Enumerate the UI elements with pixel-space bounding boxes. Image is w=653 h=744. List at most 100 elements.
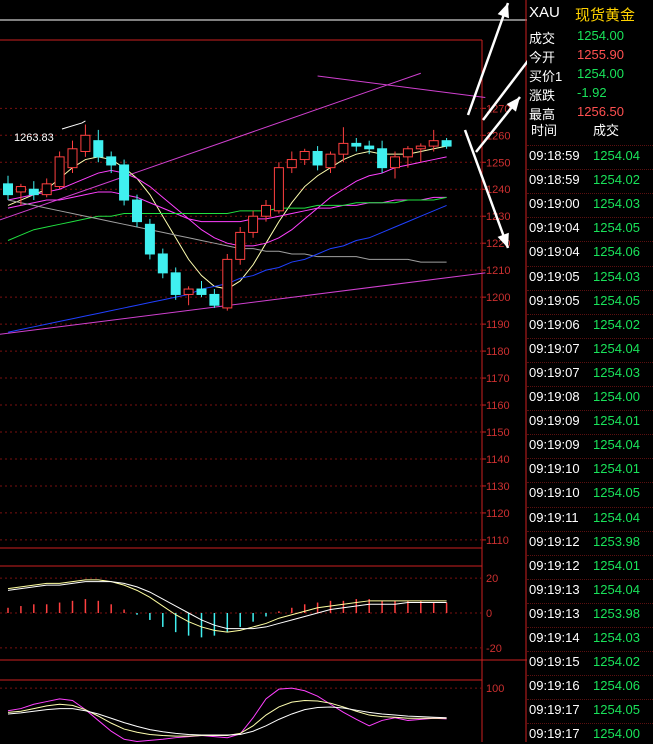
- price-tick-label: 1180: [486, 346, 510, 358]
- tick-price: 1254.05: [593, 220, 640, 236]
- quote-panel: XAU 现货黄金 成交 1254.00 今开 1255.90 买价1 1254.00 涨跌 -…: [527, 0, 653, 742]
- tick-time: 09:19:13: [529, 581, 580, 597]
- tick-price: 1254.03: [593, 630, 640, 645]
- candle-body: [286, 159, 297, 169]
- tick-time: 09:19:05: [529, 268, 580, 284]
- tick-time: 09:19:12: [529, 557, 580, 573]
- candle: [351, 137, 362, 152]
- tick-time: 09:19:15: [529, 654, 580, 670]
- candle-body: [119, 164, 130, 201]
- moving-average-line: [7, 199, 447, 263]
- candle: [415, 143, 426, 163]
- candle-body: [402, 148, 413, 158]
- symbol-code: XAU: [529, 4, 560, 21]
- candle: [157, 248, 168, 279]
- tick-time: 09:19:04: [529, 244, 580, 260]
- tick-row: 09:19:16 1254.06: [527, 675, 653, 696]
- quote-value: 1254.00: [577, 66, 624, 81]
- tick-time: 09:19:17: [529, 702, 580, 718]
- chart-area: 1270126012501240123012201210120011901180…: [0, 0, 527, 742]
- tick-price: 1253.98: [593, 533, 640, 549]
- candle: [286, 151, 297, 174]
- tick-price: 1254.03: [593, 268, 640, 284]
- tick-row: 09:19:13 1253.98: [527, 602, 653, 624]
- candle-body: [67, 148, 78, 169]
- price-tick-label: 1200: [486, 292, 510, 304]
- tick-price: 1254.01: [593, 413, 640, 429]
- tick-price: 1254.00: [593, 726, 640, 742]
- tick-row: 09:18:59 1254.02: [527, 169, 653, 190]
- trend-line: [317, 75, 486, 99]
- tick-row: 09:19:13 1254.04: [527, 578, 653, 600]
- candle-body: [3, 183, 13, 196]
- candle-body: [28, 188, 39, 196]
- tick-row: 09:19:10 1254.01: [527, 458, 653, 479]
- quote-row: 涨跌 -1.92: [527, 83, 653, 103]
- candle-body: [196, 288, 207, 295]
- price-tick-label: 1150: [486, 427, 510, 439]
- candle-body: [235, 231, 246, 260]
- tick-time: 09:19:04: [529, 220, 580, 236]
- candle: [132, 194, 142, 228]
- peak-annotation: 1263.83: [14, 132, 54, 144]
- candle-body: [54, 156, 65, 188]
- symbol-name: 现货黄金: [575, 7, 636, 24]
- macd-tick-label: -20: [486, 643, 502, 655]
- candle-body: [312, 150, 323, 166]
- candle: [222, 253, 233, 311]
- tick-time: 09:19:14: [529, 630, 580, 645]
- tick-price: 1254.05: [593, 292, 640, 308]
- candle-body: [15, 186, 26, 193]
- tick-time: 09:19:12: [529, 533, 580, 549]
- tick-row: 09:19:17 1254.00: [527, 723, 653, 744]
- price-tick-label: 1110: [486, 535, 509, 547]
- candle-body: [183, 288, 194, 295]
- tick-time: 09:19:07: [529, 364, 580, 380]
- tick-price: 1254.04: [593, 509, 640, 525]
- tick-time: 09:18:59: [529, 148, 580, 163]
- header-price: 成交: [593, 123, 620, 138]
- tick-time: 09:19:10: [529, 485, 580, 501]
- tick-time: 09:19:09: [529, 413, 580, 429]
- candle: [390, 151, 400, 179]
- tick-row: 09:19:11 1254.04: [527, 506, 653, 528]
- moving-average-line: [7, 196, 447, 241]
- tick-row: 09:19:05 1254.03: [527, 265, 653, 287]
- candle-body: [106, 156, 117, 166]
- candle-body: [80, 134, 91, 152]
- tick-time: 09:19:11: [529, 509, 579, 525]
- quote-value: 1254.00: [577, 28, 624, 43]
- candle: [196, 280, 207, 298]
- tick-row: 09:19:05 1254.05: [527, 289, 653, 311]
- tick-price: 1254.03: [593, 364, 640, 380]
- tick-time: 09:19:09: [529, 437, 580, 453]
- tick-price: 1254.02: [593, 316, 640, 332]
- candle-body: [428, 140, 439, 147]
- candle: [144, 218, 155, 260]
- candle-body: [222, 258, 233, 309]
- tick-table-header: 时间 成交: [527, 118, 653, 138]
- tick-price: 1254.03: [593, 196, 640, 212]
- tick-row: 09:19:00 1254.03: [527, 193, 653, 214]
- arrow-head: [497, 3, 509, 19]
- tick-row: 09:18:59 1254.04: [527, 145, 653, 166]
- tick-row: 09:19:09 1254.04: [527, 434, 653, 455]
- macd-tick-label: 0: [486, 608, 492, 620]
- trend-line: [0, 272, 486, 335]
- macd-tick-label: 20: [486, 573, 498, 585]
- candle: [183, 286, 194, 306]
- peak-annotation-pointer: [61, 120, 86, 130]
- candle: [248, 210, 259, 238]
- tick-price: 1254.01: [593, 461, 640, 477]
- tick-row: 09:19:07 1254.04: [527, 337, 653, 359]
- tick-time: 09:19:05: [529, 292, 580, 308]
- price-tick-label: 1160: [486, 400, 510, 412]
- osc-tick-label: 100: [486, 683, 504, 695]
- candle-body: [209, 293, 220, 306]
- price-tick-label: 1140: [486, 454, 510, 466]
- candle: [235, 227, 246, 265]
- candle-body: [132, 199, 142, 223]
- price-tick-label: 1170: [486, 373, 510, 385]
- tick-price: 1254.04: [593, 437, 640, 453]
- tick-price: 1254.06: [593, 244, 640, 260]
